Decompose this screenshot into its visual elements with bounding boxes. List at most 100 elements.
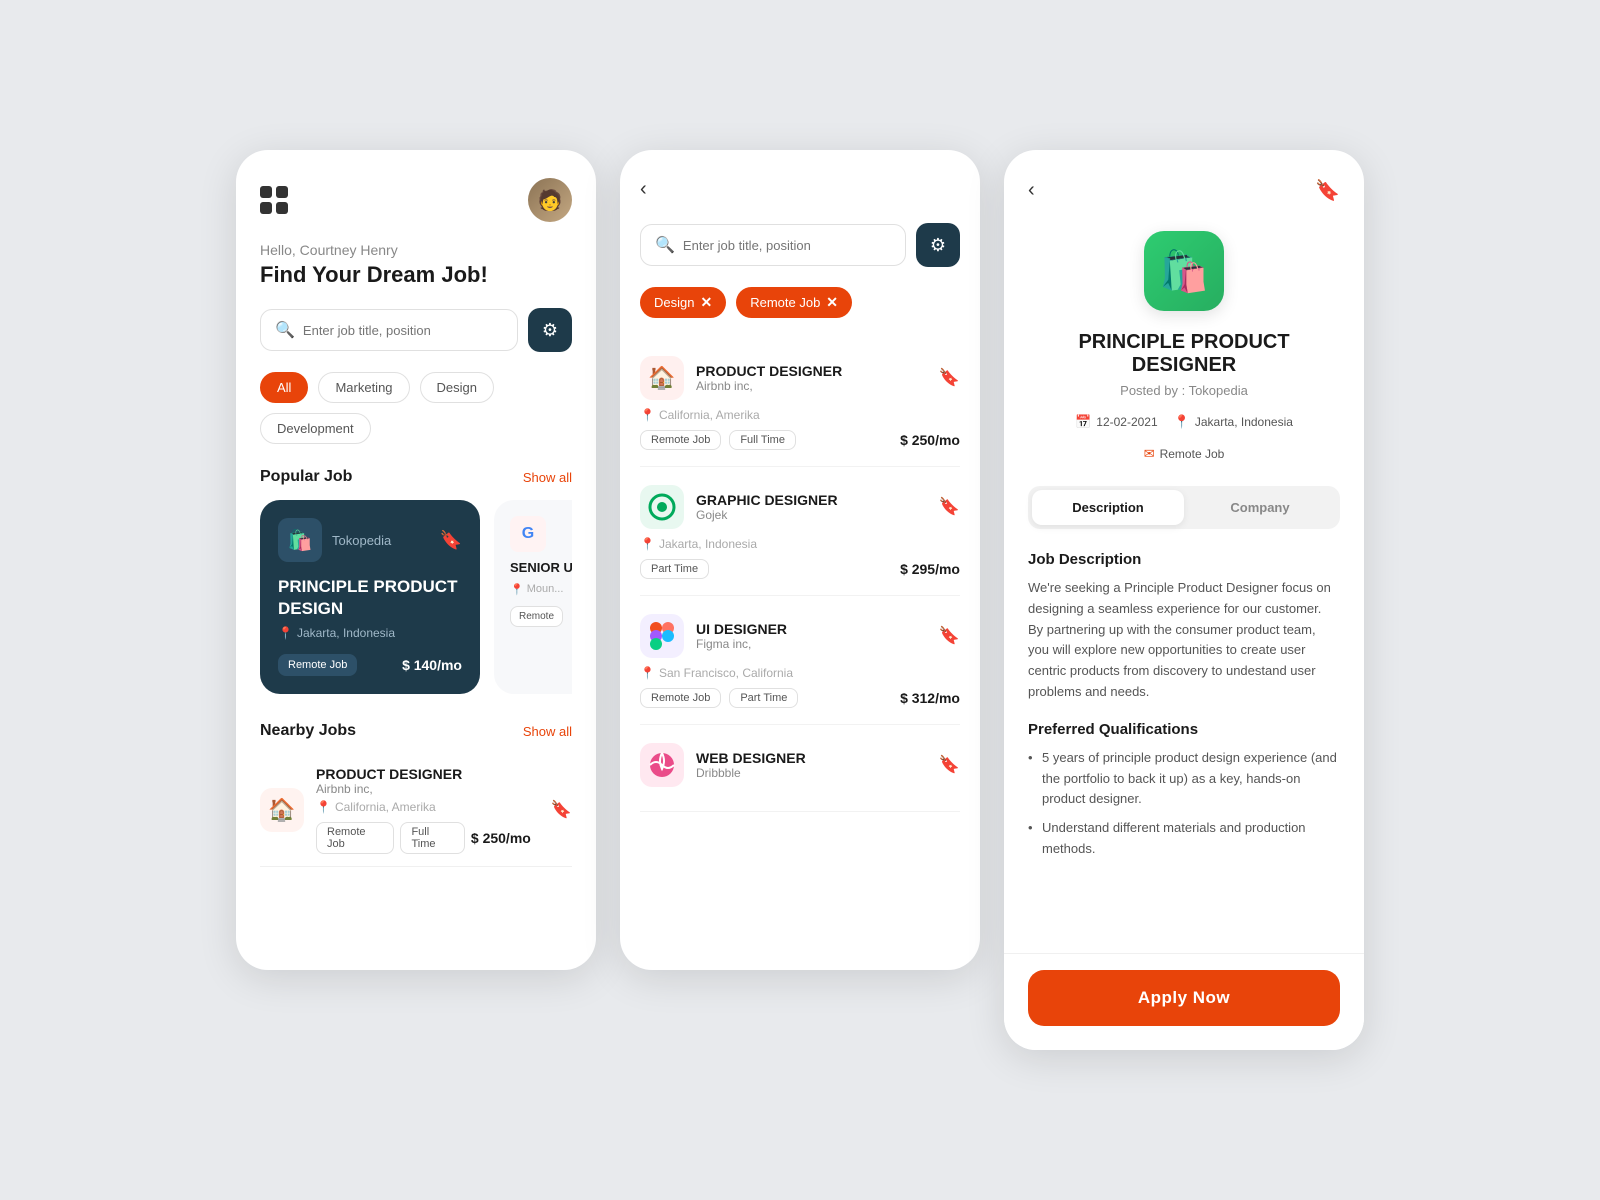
filter-chip-design-remove[interactable]: ✕: [700, 294, 712, 311]
figma-job-title: UI DESIGNER: [696, 621, 787, 637]
figma-salary: $ 312/mo: [900, 690, 960, 706]
mini-company-logo: G: [510, 516, 546, 552]
screens-container: 🧑 Hello, Courtney Henry Find Your Dream …: [236, 150, 1364, 1050]
tab-marketing[interactable]: Marketing: [318, 372, 409, 403]
dribbble-logo: [640, 743, 684, 787]
back-button[interactable]: ‹: [640, 178, 647, 201]
gojek-job-title: GRAPHIC DESIGNER: [696, 492, 838, 508]
tab-company[interactable]: Company: [1184, 490, 1336, 525]
gojek-location: 📍 Jakarta, Indonesia: [640, 537, 960, 551]
featured-card-top: 🛍️ Tokopedia 🔖: [278, 518, 462, 562]
popular-jobs-row: 🛍️ Tokopedia 🔖 PRINCIPLE PRODUCT DESIGN …: [260, 500, 572, 694]
dribbble-bookmark[interactable]: 🔖: [939, 755, 960, 775]
mini-job-card[interactable]: G SENIOR UI/UX DE 📍 Moun... Remote: [494, 500, 572, 694]
search-input[interactable]: [303, 323, 503, 338]
detail-remote-icon: ✉: [1144, 446, 1155, 462]
filter-chip-remote-remove[interactable]: ✕: [826, 294, 838, 311]
search-bar-2: 🔍 ⚙: [640, 223, 960, 267]
meta-worktype: ✉ Remote Job: [1144, 446, 1225, 462]
filter-button[interactable]: ⚙: [528, 308, 572, 352]
featured-job-title: PRINCIPLE PRODUCT DESIGN: [278, 576, 462, 620]
airbnb-salary: $ 250/mo: [900, 432, 960, 448]
airbnb-job-info: PRODUCT DESIGNER Airbnb inc,: [696, 363, 842, 393]
tab-all[interactable]: All: [260, 372, 308, 403]
job-list-item-gojek[interactable]: GRAPHIC DESIGNER Gojek 🔖 📍 Jakarta, Indo…: [640, 469, 960, 596]
filter-chip-remote-label: Remote Job: [750, 295, 820, 310]
featured-job-location: 📍 Jakarta, Indonesia: [278, 626, 462, 640]
nearby-company-logo: 🏠: [260, 788, 304, 832]
featured-company-logo: 🛍️: [278, 518, 322, 562]
gojek-location-icon: 📍: [640, 537, 655, 551]
headline-text: Find Your Dream Job!: [260, 262, 572, 288]
nearby-job-item[interactable]: 🏠 PRODUCT DESIGNER Airbnb inc, 📍 Califor…: [260, 754, 572, 867]
tab-development[interactable]: Development: [260, 413, 371, 444]
greeting-text: Hello, Courtney Henry: [260, 242, 572, 258]
figma-bookmark[interactable]: 🔖: [939, 626, 960, 646]
job-list-item-dribbble[interactable]: WEB DESIGNER Dribbble 🔖: [640, 727, 960, 812]
detail-tabs: Description Company: [1028, 486, 1340, 529]
nearby-job-location: 📍 California, Amerika: [316, 800, 531, 814]
featured-company-name: Tokopedia: [332, 533, 391, 548]
job-meta: 📅 12-02-2021 📍 Jakarta, Indonesia ✉ Remo…: [1028, 414, 1340, 462]
search-bar: 🔍 ⚙: [260, 308, 572, 352]
filter-chip-design[interactable]: Design ✕: [640, 287, 726, 318]
detail-company-logo: 🛍️: [1144, 231, 1224, 311]
nearby-bookmark-icon[interactable]: 🔖: [551, 800, 572, 820]
detail-back-button[interactable]: ‹: [1028, 179, 1035, 202]
gojek-bookmark[interactable]: 🔖: [939, 497, 960, 517]
popular-title: Popular Job: [260, 468, 352, 486]
nearby-job-tags: Remote Job Full Time $ 250/mo: [316, 822, 531, 854]
avatar[interactable]: 🧑: [528, 178, 572, 222]
search-input-wrap-2[interactable]: 🔍: [640, 224, 906, 266]
airbnb-job-title: PRODUCT DESIGNER: [696, 363, 842, 379]
job-desc-text: We're seeking a Principle Product Design…: [1028, 578, 1340, 703]
screen-home: 🧑 Hello, Courtney Henry Find Your Dream …: [236, 150, 596, 970]
job-list-item-figma[interactable]: UI DESIGNER Figma inc, 🔖 📍 San Francisco…: [640, 598, 960, 725]
gojek-company: Gojek: [696, 508, 838, 522]
tab-description[interactable]: Description: [1032, 490, 1184, 525]
apply-btn-wrap: Apply Now: [1004, 953, 1364, 1050]
nearby-show-all[interactable]: Show all: [523, 724, 572, 739]
pref-list: 5 years of principle product design expe…: [1028, 748, 1340, 860]
pref-item-1: 5 years of principle product design expe…: [1028, 748, 1340, 810]
detail-scroll: ‹ 🔖 🛍️ PRINCIPLE PRODUCT DESIGNER Posted…: [1004, 150, 1364, 953]
figma-tag-parttime: Part Time: [729, 688, 798, 708]
nearby-tag-remote: Remote Job: [316, 822, 394, 854]
home-header: 🧑: [260, 178, 572, 222]
job-list-item-airbnb[interactable]: 🏠 PRODUCT DESIGNER Airbnb inc, 🔖 📍 Calif…: [640, 340, 960, 467]
grid-icon[interactable]: [260, 186, 288, 214]
filter-chip-remote[interactable]: Remote Job ✕: [736, 287, 852, 318]
featured-job-card[interactable]: 🛍️ Tokopedia 🔖 PRINCIPLE PRODUCT DESIGN …: [260, 500, 480, 694]
pref-item-2: Understand different materials and produ…: [1028, 818, 1340, 860]
detail-location-icon: 📍: [1174, 414, 1190, 430]
mini-location-icon: 📍: [510, 583, 524, 596]
figma-logo: [640, 614, 684, 658]
gojek-footer: Part Time $ 295/mo: [640, 559, 960, 579]
pref-title: Preferred Qualifications: [1028, 721, 1340, 738]
mini-badge: Remote: [510, 606, 563, 627]
search-input-wrap[interactable]: 🔍: [260, 309, 518, 351]
screen-search: ‹ 🔍 ⚙ Design ✕ Remote Job ✕ 🏠: [620, 150, 980, 970]
gojek-salary: $ 295/mo: [900, 561, 960, 577]
nearby-job-salary: $ 250/mo: [471, 830, 531, 846]
tab-design[interactable]: Design: [420, 372, 494, 403]
job-list: 🏠 PRODUCT DESIGNER Airbnb inc, 🔖 📍 Calif…: [640, 340, 960, 812]
airbnb-bookmark[interactable]: 🔖: [939, 368, 960, 388]
featured-footer: Remote Job $ 140/mo: [278, 654, 462, 676]
detail-bookmark-icon[interactable]: 🔖: [1315, 178, 1340, 203]
filter-button-2[interactable]: ⚙: [916, 223, 960, 267]
apply-now-button[interactable]: Apply Now: [1028, 970, 1340, 1026]
job-desc-title: Job Description: [1028, 551, 1340, 568]
figma-location-icon: 📍: [640, 666, 655, 680]
search-input-2[interactable]: [683, 238, 891, 253]
airbnb-location-icon: 📍: [640, 408, 655, 422]
featured-bookmark-icon[interactable]: 🔖: [440, 530, 462, 551]
mini-job-title: SENIOR UI/UX DE: [510, 560, 572, 577]
meta-date: 📅 12-02-2021: [1075, 414, 1158, 430]
dribbble-job-title: WEB DESIGNER: [696, 750, 806, 766]
gojek-job-info: GRAPHIC DESIGNER Gojek: [696, 492, 838, 522]
dribbble-job-info: WEB DESIGNER Dribbble: [696, 750, 806, 780]
popular-show-all[interactable]: Show all: [523, 470, 572, 485]
nearby-section-header: Nearby Jobs Show all: [260, 722, 572, 740]
detail-header: ‹ 🔖: [1028, 178, 1340, 203]
